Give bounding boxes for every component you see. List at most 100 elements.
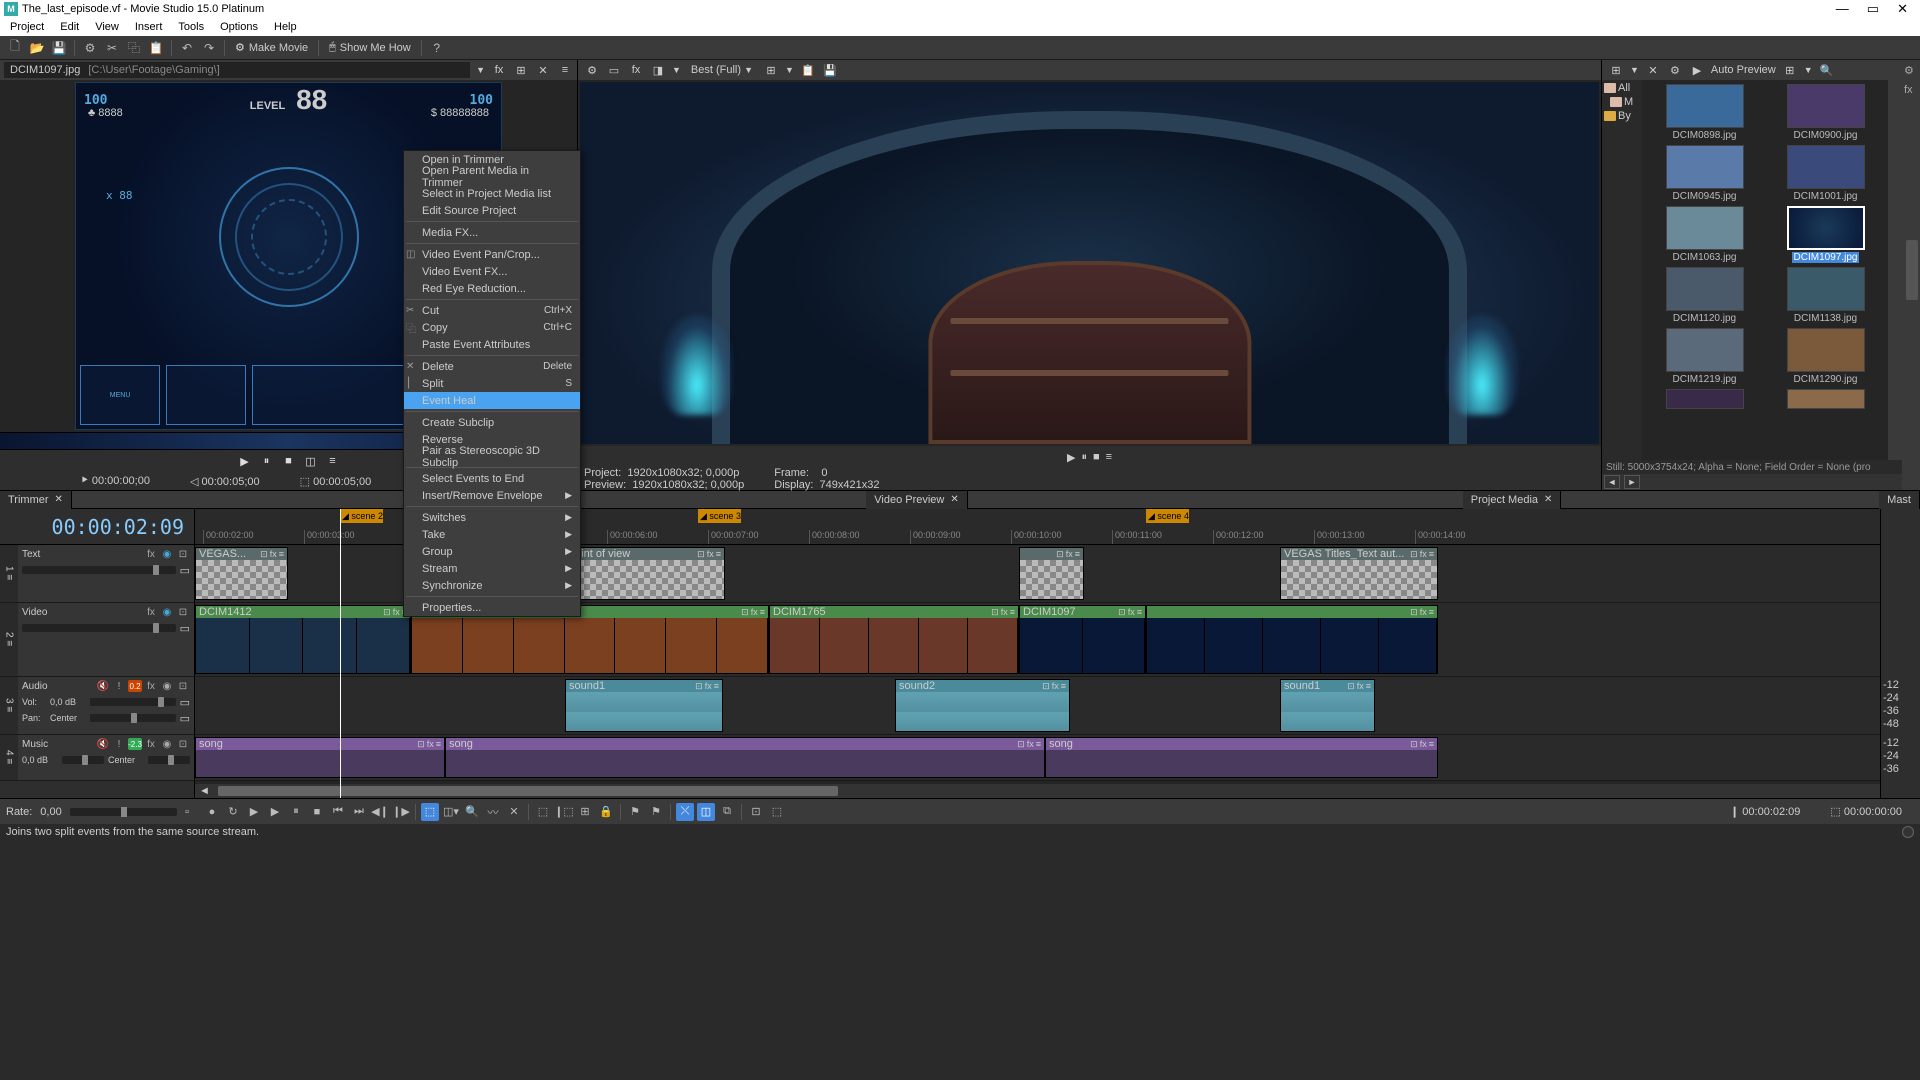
media-close-icon[interactable]: ✕ [1645, 62, 1661, 78]
play-icon[interactable]: ▶ [236, 453, 254, 469]
menu-edit[interactable]: Edit [54, 21, 85, 33]
selection-icon[interactable]: ◫▾ [442, 803, 460, 821]
track-header-music[interactable]: 4 ≡ Music🔇!-2.3fx◉⊡ 0,0 dBCenter [0, 735, 194, 781]
settings-icon[interactable]: ⚙ [584, 62, 600, 78]
side-handle[interactable] [1906, 240, 1918, 300]
media-settings-icon[interactable]: ⚙ [1667, 62, 1683, 78]
close-icon[interactable]: ✕ [55, 494, 63, 505]
context-menu-item[interactable]: Event Heal [404, 392, 580, 409]
preview-stop-icon[interactable]: ■ [1093, 451, 1100, 463]
snapshot-icon[interactable]: 📋 [800, 62, 816, 78]
splitscreen-icon[interactable]: ◨ [650, 62, 666, 78]
track-auto-icon[interactable]: ◉ [160, 548, 174, 560]
show-me-how-button[interactable]: 🖱 Show Me How [325, 41, 415, 54]
quantize-icon[interactable]: ◫ [697, 803, 715, 821]
menu-icon[interactable]: ≡ [324, 453, 342, 469]
media-search-icon[interactable]: 🔍 [1819, 62, 1835, 78]
close-trimmer-icon[interactable]: ✕ [535, 62, 551, 78]
record-icon[interactable]: ● [203, 803, 221, 821]
tab-trimmer[interactable]: Trimmer✕ [0, 491, 72, 509]
undo-icon[interactable]: ↶ [178, 39, 196, 57]
snap-marker-icon[interactable]: ❙⬚ [555, 803, 573, 821]
track-header-audio[interactable]: 3 ≡ Audio🔇!0.2fx◉⊡ Vol:0,0 dB▭ Pan:Cente… [0, 677, 194, 735]
redo-icon[interactable]: ↷ [200, 39, 218, 57]
timeline-scrollbar[interactable]: ◄ [195, 784, 1880, 798]
fx-icon[interactable]: fx [491, 62, 507, 78]
clip[interactable]: sound1⊡fx≡ [1280, 679, 1375, 732]
auto-ripple-icon[interactable]: ⚑ [626, 803, 644, 821]
menu-project[interactable]: Project [4, 21, 50, 33]
snap-icon[interactable]: ⬚ [534, 803, 552, 821]
go-start-icon[interactable]: ⏮ [329, 803, 347, 821]
media-thumb[interactable]: DCIM0898.jpg [1646, 84, 1763, 141]
track-more-icon[interactable]: ⊡ [176, 738, 190, 750]
clip[interactable]: song⊡fx≡ [195, 737, 445, 778]
media-thumb[interactable]: DCIM1219.jpg [1646, 328, 1763, 385]
clip[interactable]: DCIM1097⊡fx≡ [1019, 605, 1146, 674]
menu-options[interactable]: Options [214, 21, 264, 33]
playhead[interactable] [340, 509, 341, 798]
paste-icon[interactable]: 📋 [147, 39, 165, 57]
preview-fx-icon[interactable]: fx [628, 62, 644, 78]
media-thumb[interactable] [1767, 389, 1884, 409]
context-menu-item[interactable]: Stream▶ [404, 560, 580, 577]
next-frame-icon[interactable]: ❙▶ [392, 803, 410, 821]
tab-preview[interactable]: Video Preview✕ [866, 491, 968, 509]
more-icon[interactable]: ≡ [557, 62, 573, 78]
track-auto-icon[interactable]: ◉ [160, 738, 174, 750]
sidetool-settings-icon[interactable]: ⚙ [1904, 64, 1918, 78]
timeline-marker[interactable]: ◢ scene 4 [1146, 509, 1189, 523]
media-scrollbar[interactable] [1888, 80, 1902, 460]
track-more-icon[interactable]: ⊡ [176, 548, 190, 560]
play-icon[interactable]: ▶ [266, 803, 284, 821]
clip[interactable]: sound2⊡fx≡ [895, 679, 1070, 732]
media-grid-icon[interactable]: ⊞ [1782, 62, 1798, 78]
media-play-icon[interactable]: ▶ [1689, 62, 1705, 78]
timeline-marker[interactable]: ◢ scene 3 [698, 509, 741, 523]
sidetool-fx-icon[interactable]: fx [1904, 84, 1918, 98]
context-menu-item[interactable]: Synchronize▶ [404, 577, 580, 594]
context-menu-item[interactable]: Red Eye Reduction... [404, 280, 580, 297]
help-icon[interactable]: ? [428, 39, 446, 57]
delete-tool-icon[interactable]: ✕ [505, 803, 523, 821]
play-start-icon[interactable]: ▶ [245, 803, 263, 821]
save-icon[interactable]: 💾 [50, 39, 68, 57]
track-auto-icon[interactable]: ◉ [160, 606, 174, 618]
loop-playback-icon[interactable]: ↻ [224, 803, 242, 821]
media-thumb[interactable]: DCIM1290.jpg [1767, 328, 1884, 385]
pancrop-icon[interactable]: ⊞ [513, 62, 529, 78]
envelope-icon[interactable]: 〰 [484, 803, 502, 821]
trimmer-path[interactable]: DCIM1097.jpg [C:\User\Footage\Gaming\] [4, 62, 470, 78]
close-button[interactable]: ✕ [1897, 1, 1908, 17]
track-fx-icon[interactable]: fx [144, 548, 158, 560]
cut-icon[interactable]: ✂ [103, 39, 121, 57]
loop-icon[interactable]: ◫ [302, 453, 320, 469]
context-menu-item[interactable]: Create Subclip [404, 414, 580, 431]
tab-media[interactable]: Project Media✕ [1463, 491, 1562, 509]
snapping-icon[interactable]: ⧉ [718, 803, 736, 821]
mute-icon[interactable]: 🔇 [96, 738, 110, 750]
context-menu-item[interactable]: Take▶ [404, 526, 580, 543]
context-menu-item[interactable]: Group▶ [404, 543, 580, 560]
grid-icon[interactable]: ⊞ [763, 62, 779, 78]
media-thumb[interactable] [1646, 389, 1763, 409]
ripple-icon[interactable]: ⚑ [647, 803, 665, 821]
media-next-icon[interactable]: ► [1624, 475, 1640, 489]
close-icon[interactable]: ✕ [1544, 494, 1552, 505]
solo-icon[interactable]: ! [112, 680, 126, 692]
context-menu-item[interactable]: ⎮SplitS [404, 375, 580, 392]
track-fx-icon[interactable]: fx [144, 606, 158, 618]
reset-rate-icon[interactable]: ▫ [185, 806, 189, 818]
stop-icon[interactable]: ■ [308, 803, 326, 821]
track-auto-icon[interactable]: ◉ [160, 680, 174, 692]
copy-icon[interactable]: ⿻ [125, 39, 143, 57]
tab-master[interactable]: Mast [1879, 491, 1920, 509]
track-more-icon[interactable]: ⊡ [176, 606, 190, 618]
preview-menu-icon[interactable]: ≡ [1106, 451, 1112, 463]
mute-icon[interactable]: 🔇 [96, 680, 110, 692]
minimize-button[interactable]: — [1836, 1, 1849, 17]
pause-icon[interactable]: ⏸ [258, 453, 276, 469]
solo-icon[interactable]: ! [112, 738, 126, 750]
track-more-icon[interactable]: ⊡ [176, 680, 190, 692]
clip[interactable]: VEGAS...⊡fx≡ [195, 547, 288, 600]
